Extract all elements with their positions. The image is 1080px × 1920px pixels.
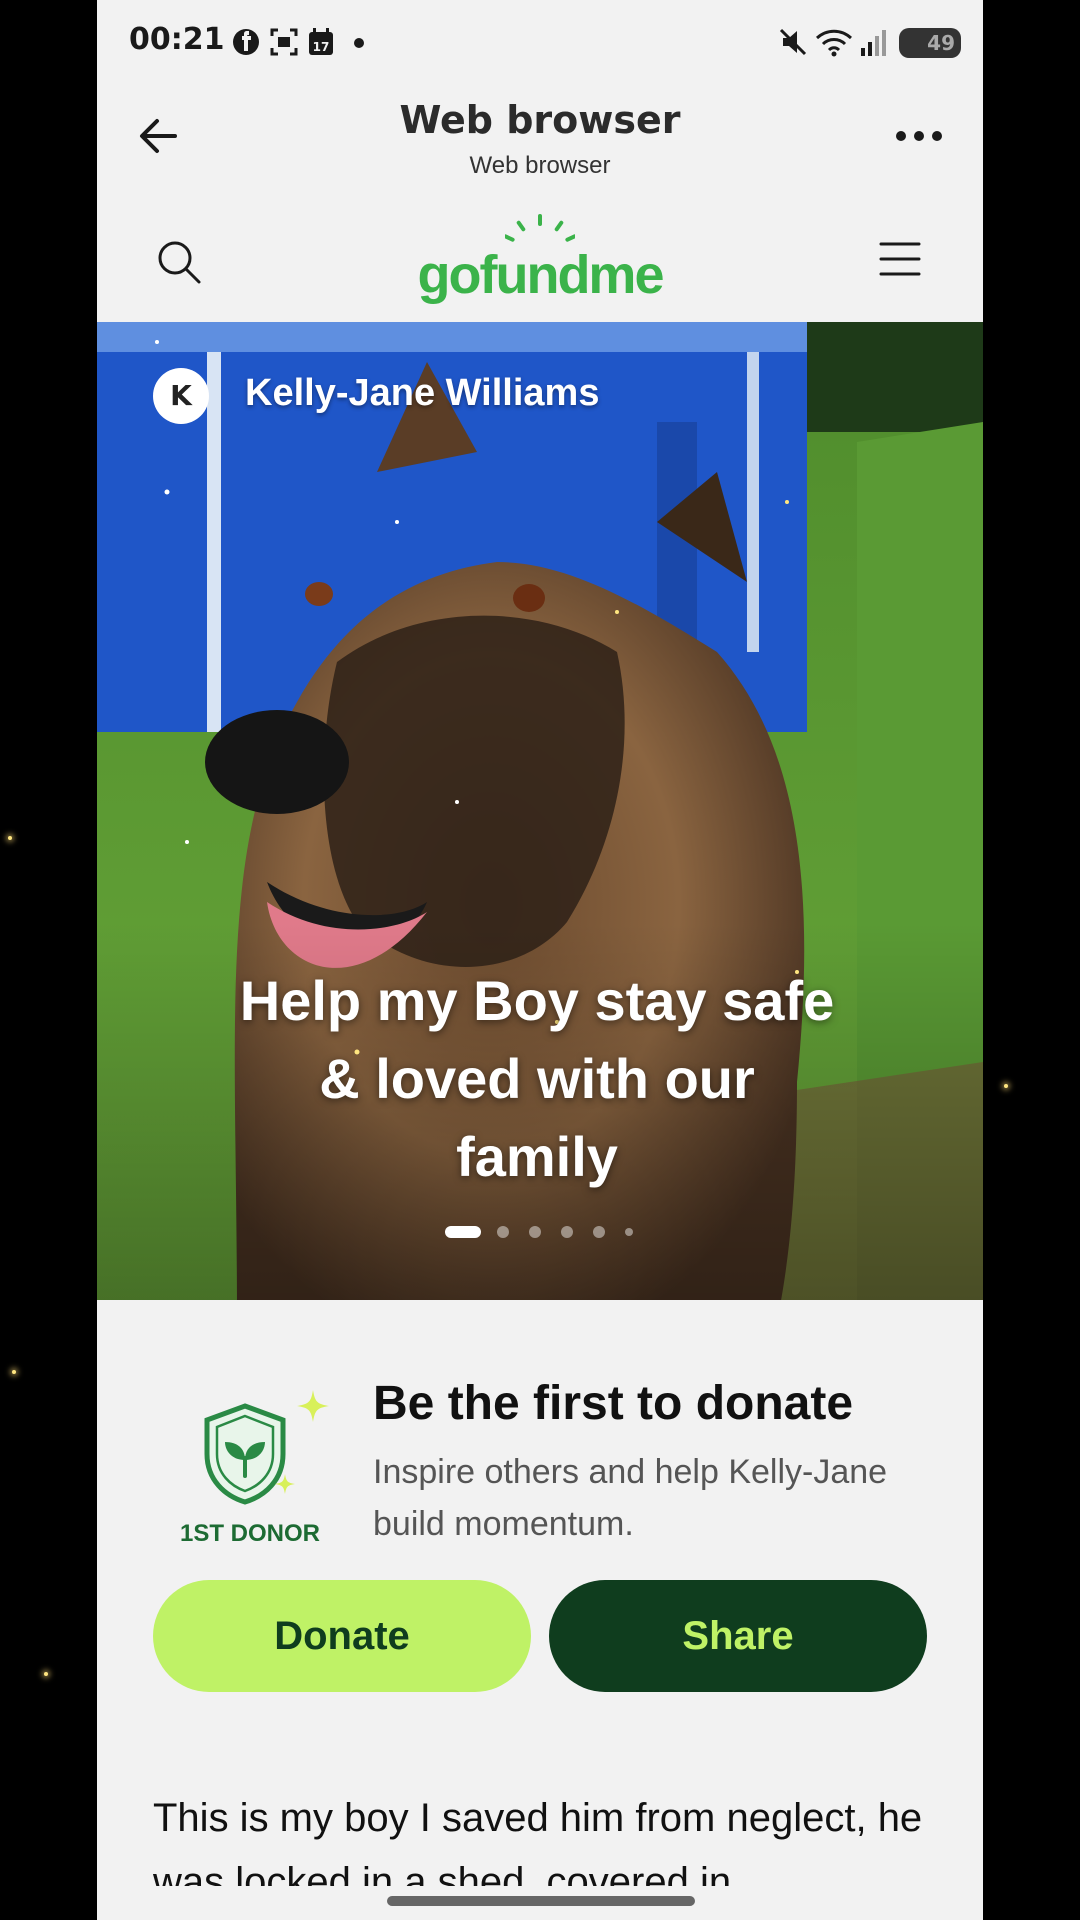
phone-screen: 00:21 17 49 Web browser Web browser gofu… xyxy=(97,0,983,1920)
hero-image-carousel[interactable]: K Kelly-Jane Williams Help my Boy stay s… xyxy=(97,322,983,1322)
site-header: gofundme xyxy=(97,192,983,322)
first-donor-badge: 1ST DONOR xyxy=(165,1390,329,1560)
campaign-story: This is my boy I saved him from neglect,… xyxy=(153,1796,923,1886)
campaign-title: Help my Boy stay safe & loved with our f… xyxy=(239,969,835,1188)
hamburger-menu-icon[interactable] xyxy=(877,238,923,280)
status-time: 00:21 xyxy=(129,22,225,57)
sparkle-icon xyxy=(297,1390,329,1422)
facebook-icon xyxy=(233,29,259,55)
page-subtitle: Web browser xyxy=(469,152,611,179)
organizer-name[interactable]: Kelly-Jane Williams xyxy=(245,372,599,415)
carousel-dot[interactable] xyxy=(497,1226,509,1238)
badge-label: 1ST DONOR xyxy=(179,1520,320,1547)
dot-icon xyxy=(354,38,364,48)
logo-sun-icon xyxy=(505,214,575,242)
carousel-dot[interactable] xyxy=(561,1226,573,1238)
gofundme-logo[interactable]: gofundme xyxy=(417,214,665,305)
sparkle xyxy=(44,1672,48,1676)
sparkle xyxy=(12,1370,16,1374)
carousel-dot[interactable] xyxy=(529,1226,541,1238)
calendar-icon: 17 xyxy=(309,28,333,55)
signal-icon xyxy=(861,30,886,56)
logo-text: gofundme xyxy=(417,245,665,305)
organizer-avatar[interactable]: K xyxy=(153,368,209,424)
donate-subtext: Inspire others and help Kelly-Jane build… xyxy=(373,1453,888,1543)
search-icon[interactable] xyxy=(155,238,203,286)
mute-icon xyxy=(779,28,807,56)
screenshot-icon xyxy=(270,28,298,56)
sparkle xyxy=(8,836,12,840)
donate-heading: Be the first to donate xyxy=(373,1377,854,1430)
sparkle-icon xyxy=(275,1474,295,1494)
battery-icon: 49 xyxy=(899,28,961,58)
carousel-dot[interactable] xyxy=(445,1226,481,1238)
more-options-icon[interactable] xyxy=(889,108,949,164)
carousel-dot[interactable] xyxy=(625,1228,633,1236)
home-indicator[interactable] xyxy=(387,1896,695,1906)
svg-text:17: 17 xyxy=(313,40,330,54)
share-button[interactable]: Share xyxy=(549,1580,927,1692)
carousel-dot[interactable] xyxy=(593,1226,605,1238)
app-bar: Web browser Web browser xyxy=(97,84,983,192)
sparkle xyxy=(1004,1084,1008,1088)
status-bar: 00:21 17 49 xyxy=(97,0,983,84)
page-title: Web browser xyxy=(399,98,681,142)
donate-button[interactable]: Donate xyxy=(153,1580,531,1692)
wifi-icon xyxy=(815,29,853,57)
